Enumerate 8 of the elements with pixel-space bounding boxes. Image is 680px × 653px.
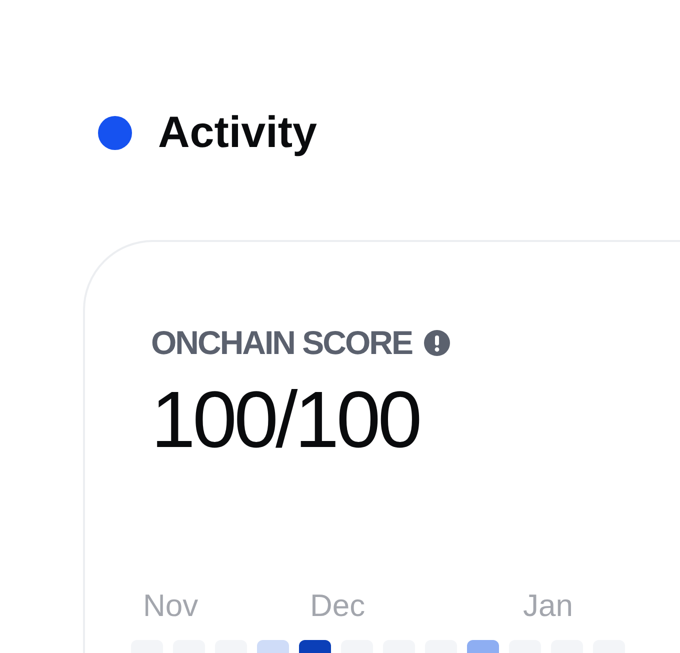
status-dot — [98, 116, 132, 150]
info-icon[interactable] — [424, 330, 450, 356]
section-title: Activity — [158, 108, 317, 158]
score-value: 100/100 — [151, 374, 420, 466]
month-label: Jan — [523, 588, 573, 624]
month-label: Dec — [310, 588, 366, 624]
score-label: ONCHAIN SCORE — [151, 324, 412, 362]
month-label: Nov — [143, 588, 198, 624]
